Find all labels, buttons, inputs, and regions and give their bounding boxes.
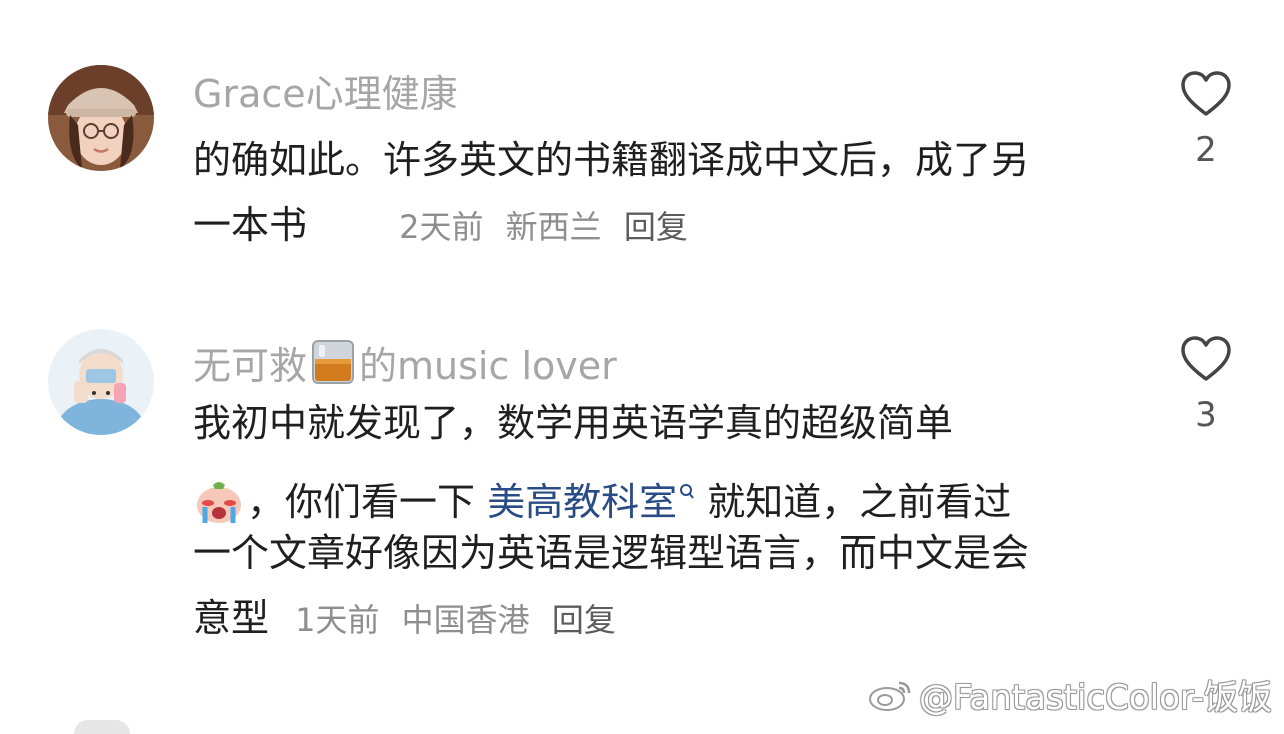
author-name-prefix: 无可救 <box>193 344 308 388</box>
comment-line-last: 意型 1天前 中国香港 回复 <box>193 586 1113 651</box>
like-count: 2 <box>1195 130 1217 170</box>
comment-text-segment: 就知道，之前看过 <box>695 480 1012 524</box>
comment-line: 一个文章好像因为英语是逻辑型语言，而中文是会 <box>193 531 1030 575</box>
comment-line-last: 一本书 2天前 新西兰 回复 <box>193 193 1113 258</box>
comment-line: ，你们看一下 美高教科室 就知道，之前看过 <box>193 456 1113 524</box>
comment-line-text: 意型 <box>193 596 270 640</box>
heart-icon <box>1181 71 1231 116</box>
comment-line: 的确如此。许多英文的书籍翻译成中文后，成了另 <box>193 138 1030 182</box>
reply-button[interactable]: 回复 <box>552 601 616 639</box>
like-count: 3 <box>1195 395 1217 435</box>
cartoon-avatar-icon <box>48 329 154 435</box>
search-link[interactable]: 美高教科室 <box>487 480 677 524</box>
comment-location: 新西兰 <box>505 208 602 246</box>
whiskey-glass-icon <box>309 339 357 391</box>
watermark: @FantasticColor-饭饭 <box>867 670 1272 719</box>
comment-location: 中国香港 <box>401 601 530 639</box>
comment-meta: 2天前 新西兰 回复 <box>399 208 700 246</box>
comment-body: 的确如此。许多英文的书籍翻译成中文后，成了另 一本书 2天前 新西兰 回复 <box>193 128 1113 258</box>
like-button[interactable]: 2 <box>1176 70 1236 170</box>
avatar[interactable] <box>48 65 154 171</box>
weibo-logo-icon <box>868 681 911 711</box>
comment-author[interactable]: 无可救 的music lover <box>193 339 617 391</box>
watermark-text: @FantasticColor-饭饭 <box>918 678 1272 718</box>
comment-text-segment: ，你们看一下 <box>247 480 488 524</box>
comment-meta: 1天前 中国香港 回复 <box>295 601 628 639</box>
comment-line: 我初中就发现了，数学用英语学真的超级简单 <box>193 401 954 445</box>
comment-line-text: 一本书 <box>193 203 308 247</box>
comment-author[interactable]: Grace心理健康 <box>193 75 458 113</box>
like-button[interactable]: 3 <box>1176 335 1236 435</box>
woman-avatar-icon <box>48 65 154 171</box>
heart-icon <box>1181 336 1231 381</box>
avatar[interactable] <box>48 329 154 435</box>
comment-time: 1天前 <box>295 601 380 639</box>
next-comment-avatar-peek <box>74 720 130 734</box>
search-icon <box>679 456 695 521</box>
reply-button[interactable]: 回复 <box>624 208 688 246</box>
author-name-suffix: 的music lover <box>359 344 617 388</box>
comment-body: 我初中就发现了，数学用英语学真的超级简单 ，你们看一下 美高教科室 就知道，之前… <box>193 391 1113 651</box>
comment-time: 2天前 <box>399 208 484 246</box>
